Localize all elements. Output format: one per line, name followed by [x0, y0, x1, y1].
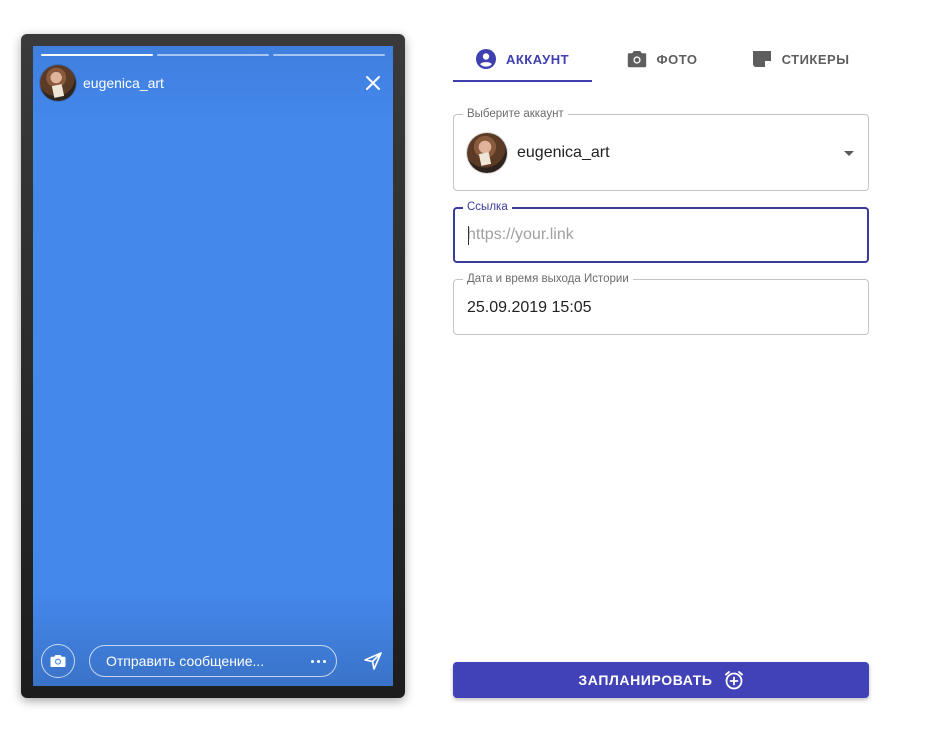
account-circle-icon — [475, 49, 496, 69]
story-progress-bar — [41, 54, 385, 56]
story-header: eugenica_art — [40, 65, 385, 101]
message-input[interactable]: Отправить сообщение... — [89, 645, 337, 677]
camera-icon — [50, 655, 66, 667]
account-select-label: Выберите аккаунт — [463, 107, 568, 121]
publish-datetime-label: Дата и время выхода Истории — [463, 272, 633, 286]
account-avatar — [467, 133, 507, 173]
schedule-button-label: ЗАПЛАНИРОВАТЬ — [578, 672, 713, 688]
progress-segment — [41, 54, 153, 56]
tab-stickers[interactable]: СТИКЕРЫ — [732, 38, 869, 80]
send-icon — [364, 652, 382, 670]
account-select-value: eugenica_art — [517, 144, 610, 161]
camera-button[interactable] — [41, 644, 75, 678]
camera-icon — [627, 51, 646, 68]
dropdown-arrow-icon[interactable] — [844, 150, 854, 156]
story-preview-frame: eugenica_art Отправить сообщение... — [21, 34, 405, 698]
tab-account[interactable]: АККАУНТ — [453, 38, 592, 82]
send-button[interactable] — [361, 649, 385, 673]
close-icon — [366, 76, 380, 90]
story-avatar — [40, 65, 76, 101]
close-button[interactable] — [361, 71, 385, 95]
tab-account-label: АККАУНТ — [505, 51, 570, 67]
link-input[interactable] — [467, 209, 847, 261]
schedule-button[interactable]: ЗАПЛАНИРОВАТЬ — [453, 662, 869, 698]
story-username: eugenica_art — [83, 75, 164, 91]
sticker-icon — [752, 51, 771, 67]
progress-segment — [273, 54, 385, 56]
publish-datetime-value: 25.09.2019 15:05 — [467, 299, 592, 316]
tab-bar: АККАУНТ ФОТО СТИКЕРЫ — [453, 38, 869, 82]
tab-photo[interactable]: ФОТО — [592, 38, 732, 80]
story-screen: eugenica_art Отправить сообщение... — [33, 46, 393, 686]
link-field[interactable]: Ссылка — [453, 200, 869, 263]
tab-stickers-label: СТИКЕРЫ — [781, 51, 850, 67]
more-options-icon[interactable] — [311, 659, 326, 663]
account-select[interactable]: Выберите аккаунт eugenica_art — [453, 107, 869, 191]
text-cursor — [468, 226, 469, 245]
progress-segment — [157, 54, 269, 56]
message-placeholder: Отправить сообщение... — [106, 653, 265, 669]
alarm-add-icon — [724, 671, 743, 690]
story-footer: Отправить сообщение... — [41, 644, 385, 678]
publish-datetime-field[interactable]: Дата и время выхода Истории 25.09.2019 1… — [453, 272, 869, 335]
tab-photo-label: ФОТО — [656, 51, 698, 67]
